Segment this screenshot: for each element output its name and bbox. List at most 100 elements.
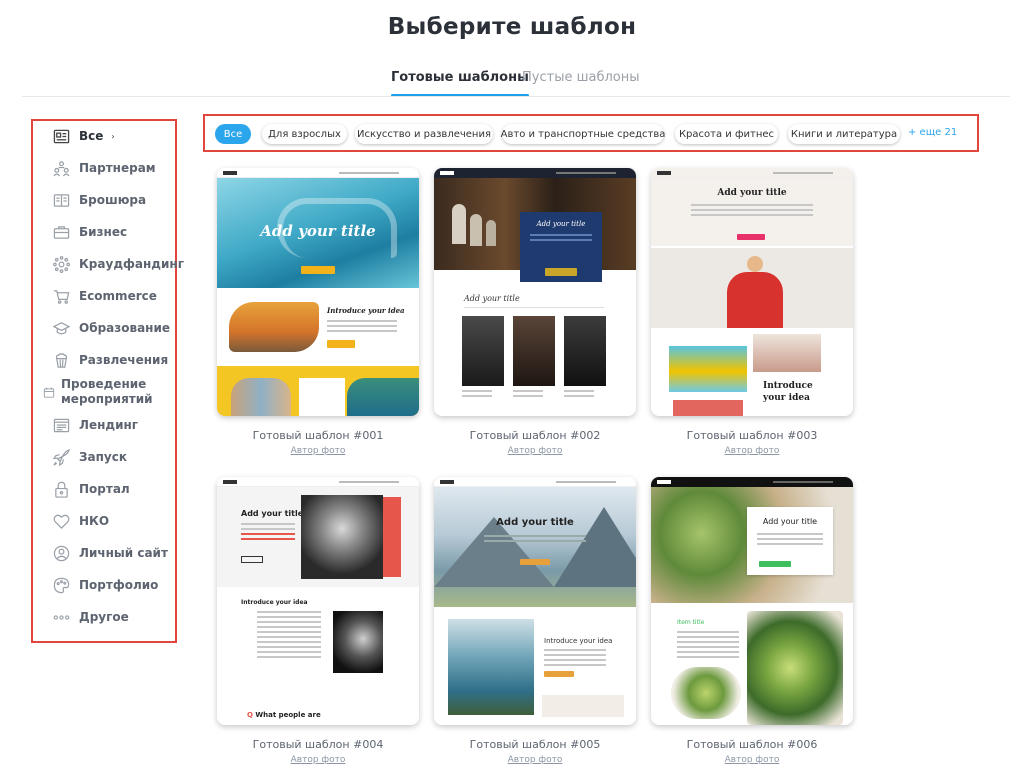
sidebar-item-landing[interactable]: Лендинг (51, 414, 138, 436)
template-name: Готовый шаблон #002 (469, 429, 601, 442)
sidebar-item-events[interactable]: Проведение мероприятий (43, 377, 161, 407)
sidebar-item-label: Другое (79, 609, 129, 624)
filter-chip-bar: Все Для взрослых Искусство и развлечения… (203, 114, 979, 152)
tab-ready-templates[interactable]: Готовые шаблоны (391, 70, 529, 97)
preview-nav (217, 168, 419, 178)
preview-subtitle: Introduce your idea (763, 381, 813, 404)
photo-credit-link[interactable]: Автор фото (651, 755, 853, 765)
people-icon (51, 159, 71, 177)
preview-title: Add your title (260, 222, 376, 240)
filter-chip-beauty[interactable]: Красота и фитнес (675, 124, 778, 144)
person-icon (51, 544, 71, 562)
sidebar-item-label: Лендинг (79, 417, 139, 432)
template-tabs: Готовые шаблоны Пустые шаблоны (0, 70, 1024, 98)
preview-bowl-image (671, 667, 741, 719)
preview-surf-image (231, 378, 291, 416)
preview-title: Add your title (536, 220, 586, 228)
sidebar-item-label: Развлечения (79, 352, 169, 367)
sidebar-item-launch[interactable]: Запуск (51, 446, 127, 468)
sidebar-item-partners[interactable]: Партнерам (51, 157, 156, 179)
template-card-002[interactable]: Add your title Add your title (434, 168, 636, 416)
filter-chip-adults[interactable]: Для взрослых (262, 124, 347, 144)
preview-portrait-image (301, 495, 383, 579)
category-sidebar: Все › Партнерам Брошюра Бизнес Краудфанд… (31, 119, 184, 643)
template-card-003[interactable]: Add your title Introduce your idea (651, 168, 853, 416)
sidebar-item-crowdfunding[interactable]: Краудфандинг (51, 253, 184, 275)
preview-subtitle: Introduce your idea (544, 637, 613, 645)
template-name: Готовый шаблон #001 (252, 429, 384, 442)
page-title: Выберите шаблон (387, 14, 637, 40)
palette-icon (51, 576, 71, 594)
header-divider (22, 96, 1010, 97)
graduation-cap-icon (51, 319, 71, 337)
preview-title: Add your title (241, 509, 304, 518)
preview-yellow-image (669, 346, 747, 392)
sidebar-item-portfolio[interactable]: Портфолио (51, 574, 158, 596)
filter-chip-all[interactable]: Все (215, 124, 251, 144)
photo-credit-link[interactable]: Автор фото (434, 446, 636, 456)
sidebar-item-label: Все (79, 128, 104, 143)
template-card-004[interactable]: Add your title Introduce your idea Q Wha… (217, 477, 419, 725)
preview-button (301, 266, 335, 274)
sidebar-item-label: Брошюра (79, 192, 147, 207)
preview-salad-image (747, 611, 843, 725)
preview-portrait-2 (513, 316, 555, 386)
preview-subtitle: Add your title (464, 294, 520, 303)
template-card-006[interactable]: Add your title Item title (651, 477, 853, 725)
brochure-icon (51, 191, 71, 209)
preview-lake-image (448, 619, 534, 715)
template-card-001[interactable]: Add your title Introduce your idea (217, 168, 419, 416)
landing-page-icon (51, 416, 71, 434)
sidebar-item-label: Личный сайт (79, 545, 168, 560)
template-name: Готовый шаблон #004 (252, 738, 384, 751)
sidebar-item-portal[interactable]: Портал (51, 478, 130, 500)
sidebar-item-all[interactable]: Все › (51, 125, 115, 147)
filter-chip-books[interactable]: Книги и литература (788, 124, 900, 144)
filter-chip-arts[interactable]: Искусство и развлечения (355, 124, 493, 144)
photo-credit-link[interactable]: Автор фото (434, 755, 636, 765)
preview-nav (434, 477, 636, 487)
photo-credit-link[interactable]: Автор фото (651, 446, 853, 456)
sidebar-item-label: НКО (79, 513, 110, 528)
sidebar-item-ecommerce[interactable]: Ecommerce (51, 285, 157, 307)
sidebar-item-label: Запуск (79, 449, 127, 464)
sidebar-item-nko[interactable]: НКО (51, 510, 109, 532)
preview-face-image (333, 611, 383, 673)
filter-more-link[interactable]: + еще 21 (908, 127, 957, 138)
sidebar-item-entertainment[interactable]: Развлечения (51, 349, 168, 371)
sidebar-item-other[interactable]: Другое (51, 606, 129, 628)
preview-nav (651, 477, 853, 487)
template-card-005[interactable]: Add your title Introduce your idea (434, 477, 636, 725)
preview-nav (217, 477, 419, 487)
preview-title: Add your title (496, 517, 574, 528)
chevron-right-icon: › (111, 131, 115, 141)
preview-title: Add your title (762, 517, 818, 526)
sidebar-item-label: Проведение мероприятий (61, 377, 153, 406)
template-name: Готовый шаблон #006 (686, 738, 818, 751)
preview-subtitle: Introduce your idea (241, 599, 308, 606)
preview-portrait-1 (462, 316, 504, 386)
sidebar-item-personal-site[interactable]: Личный сайт (51, 542, 168, 564)
layout-icon (51, 127, 71, 145)
sidebar-item-label: Портал (79, 481, 130, 496)
cart-icon (51, 287, 71, 305)
filter-chip-auto[interactable]: Авто и транспортные средства (501, 124, 665, 144)
popcorn-icon (51, 351, 71, 369)
rocket-icon (51, 448, 71, 466)
preview-nav (434, 168, 636, 178)
sidebar-item-label: Образование (79, 320, 171, 335)
sidebar-item-label: Партнерам (79, 160, 156, 175)
sidebar-item-business[interactable]: Бизнес (51, 221, 127, 243)
sidebar-item-label: Портфолио (79, 577, 159, 592)
calendar-icon (43, 383, 55, 401)
sidebar-item-education[interactable]: Образование (51, 317, 170, 339)
template-name: Готовый шаблон #005 (469, 738, 601, 751)
sidebar-item-label: Краудфандинг (79, 256, 184, 271)
sidebar-item-brochure[interactable]: Брошюра (51, 189, 146, 211)
preview-subtitle: Item title (677, 619, 705, 626)
photo-credit-link[interactable]: Автор фото (217, 755, 419, 765)
preview-van-image (229, 302, 319, 352)
photo-credit-link[interactable]: Автор фото (217, 446, 419, 456)
preview-portrait-image (753, 334, 821, 372)
tab-empty-templates[interactable]: Пустые шаблоны (522, 70, 640, 95)
